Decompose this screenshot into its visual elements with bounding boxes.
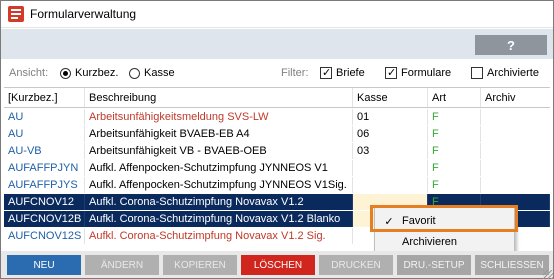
context-menu-item-label: Favorit: [402, 215, 436, 227]
cell-art: F: [428, 177, 481, 193]
delete-button[interactable]: LÖSCHEN: [241, 255, 315, 275]
radio-kurzbez[interactable]: Kurzbez.: [60, 67, 118, 79]
cell-kasse: [353, 177, 428, 193]
cell-beschreibung: Aufkl. Affenpocken-Schutzimpfung JYNNEOS…: [85, 177, 353, 193]
table-row[interactable]: AU Arbeitsunfähigkeitsmeldung SVS-LW 01 F: [4, 109, 550, 125]
cell-art: F: [428, 126, 481, 142]
checkbox-formulare-label: Formulare: [401, 67, 452, 79]
new-button[interactable]: NEU: [7, 255, 81, 275]
checkbox-formulare-box[interactable]: [385, 66, 397, 79]
checkbox-briefe[interactable]: Briefe: [320, 66, 365, 79]
close-button[interactable]: SCHLIESSEN: [475, 255, 549, 275]
filter-bar: Ansicht: Kurzbez. Kasse Filter: Briefe F…: [1, 61, 553, 85]
cell-kurzbez: AU-VB: [4, 143, 85, 159]
copy-button[interactable]: KOPIEREN: [163, 255, 237, 275]
cell-kurzbez: AUFCNOV12B: [4, 211, 85, 227]
button-bar: NEU ÄNDERN KOPIEREN LÖSCHEN DRUCKEN DRU.…: [1, 251, 553, 278]
context-menu-item-label: Archivieren: [402, 236, 458, 248]
table-header-row: [Kurzbez.] Beschreibung Kasse Art Archiv: [4, 88, 550, 108]
cell-kurzbez: AUFAFFPJYS: [4, 177, 85, 193]
cell-beschreibung: Aufkl. Corona-Schutzimpfung Novavax V1.2…: [85, 211, 353, 227]
checkbox-archivierte-box[interactable]: [471, 67, 483, 79]
edit-button[interactable]: ÄNDERN: [85, 255, 159, 275]
cell-kurzbez: AUFAFFPJYN: [4, 160, 85, 176]
checkbox-formulare[interactable]: Formulare: [385, 66, 452, 79]
formularverwaltung-window: Formularverwaltung ? Ansicht: Kurzbez. K…: [0, 0, 554, 279]
radio-kasse-button[interactable]: [129, 67, 140, 79]
cell-kurzbez: AU: [4, 109, 85, 125]
table-row[interactable]: AUFAFFPJYN Aufkl. Affenpocken-Schutzimpfu…: [4, 160, 550, 176]
context-menu: ✓ Favorit Archivieren: [374, 207, 515, 255]
cell-kurzbez: AUFCNOV12S: [4, 228, 85, 244]
window-title: Formularverwaltung: [30, 7, 137, 21]
cell-art: F: [428, 160, 481, 176]
column-header-beschreibung[interactable]: Beschreibung: [85, 88, 353, 107]
checkmark-icon: ✓: [384, 215, 394, 228]
cell-beschreibung: Aufkl. Corona-Schutzimpfung Novavax V1.2…: [85, 228, 353, 244]
column-header-art[interactable]: Art: [428, 88, 481, 107]
cell-kasse: [353, 160, 428, 176]
filter-label: Filter:: [281, 67, 309, 79]
table-row[interactable]: AU-VB Arbeitsunfähigkeit VB - BVAEB-OEB 03…: [4, 143, 550, 159]
title-bar: Formularverwaltung: [1, 1, 553, 28]
column-header-kurzbez[interactable]: [Kurzbez.]: [4, 88, 85, 107]
cell-art: F: [428, 109, 481, 125]
help-button[interactable]: ?: [475, 35, 547, 55]
view-label: Ansicht:: [9, 67, 49, 79]
cell-beschreibung: Arbeitsunfähigkeit BVAEB-EB A4: [85, 126, 353, 142]
radio-kasse[interactable]: Kasse: [129, 67, 175, 79]
cell-art: F: [428, 143, 481, 159]
cell-kasse: 01: [353, 109, 428, 125]
cell-beschreibung: Aufkl. Corona-Schutzimpfung Novavax V1.2: [85, 194, 353, 210]
column-header-archiv[interactable]: Archiv: [481, 88, 550, 107]
cell-archiv: [481, 126, 550, 142]
toolbar-strip: ?: [1, 29, 553, 59]
filter-label-group: Filter:: [281, 67, 309, 79]
checkbox-archivierte-label: Archivierte: [487, 67, 539, 79]
app-form-icon: [8, 6, 24, 22]
checkbox-briefe-box[interactable]: [320, 66, 332, 79]
table-row[interactable]: AUFAFFPJYS Aufkl. Affenpocken-Schutzimpfu…: [4, 177, 550, 193]
view-label-group: Ansicht:: [9, 67, 48, 79]
cell-kurzbez: AUFCNOV12: [4, 194, 85, 210]
print-setup-button[interactable]: DRU.-SETUP: [397, 255, 471, 275]
cell-beschreibung: Arbeitsunfähigkeitsmeldung SVS-LW: [85, 109, 353, 125]
column-header-kasse[interactable]: Kasse: [353, 88, 428, 107]
radio-kasse-label: Kasse: [144, 67, 175, 79]
cell-archiv: [481, 160, 550, 176]
cell-archiv: [481, 177, 550, 193]
resize-grip-icon[interactable]: [543, 270, 553, 279]
checkbox-archivierte[interactable]: Archivierte: [471, 67, 539, 79]
context-menu-item-archivieren[interactable]: Archivieren: [376, 231, 513, 253]
radio-kurzbez-label: Kurzbez.: [75, 67, 119, 79]
checkbox-briefe-label: Briefe: [336, 67, 365, 79]
table-row[interactable]: AU Arbeitsunfähigkeit BVAEB-EB A4 06 F: [4, 126, 550, 142]
cell-kasse: 03: [353, 143, 428, 159]
cell-kasse: 06: [353, 126, 428, 142]
cell-beschreibung: Aufkl. Affenpocken-Schutzimpfung JYNNEOS…: [85, 160, 353, 176]
radio-kurzbez-button[interactable]: [60, 67, 71, 79]
cell-archiv: [481, 109, 550, 125]
context-menu-item-favorit[interactable]: ✓ Favorit: [376, 210, 513, 232]
cell-kurzbez: AU: [4, 126, 85, 142]
print-button[interactable]: DRUCKEN: [319, 255, 393, 275]
cell-beschreibung: Arbeitsunfähigkeit VB - BVAEB-OEB: [85, 143, 353, 159]
cell-archiv: [481, 143, 550, 159]
